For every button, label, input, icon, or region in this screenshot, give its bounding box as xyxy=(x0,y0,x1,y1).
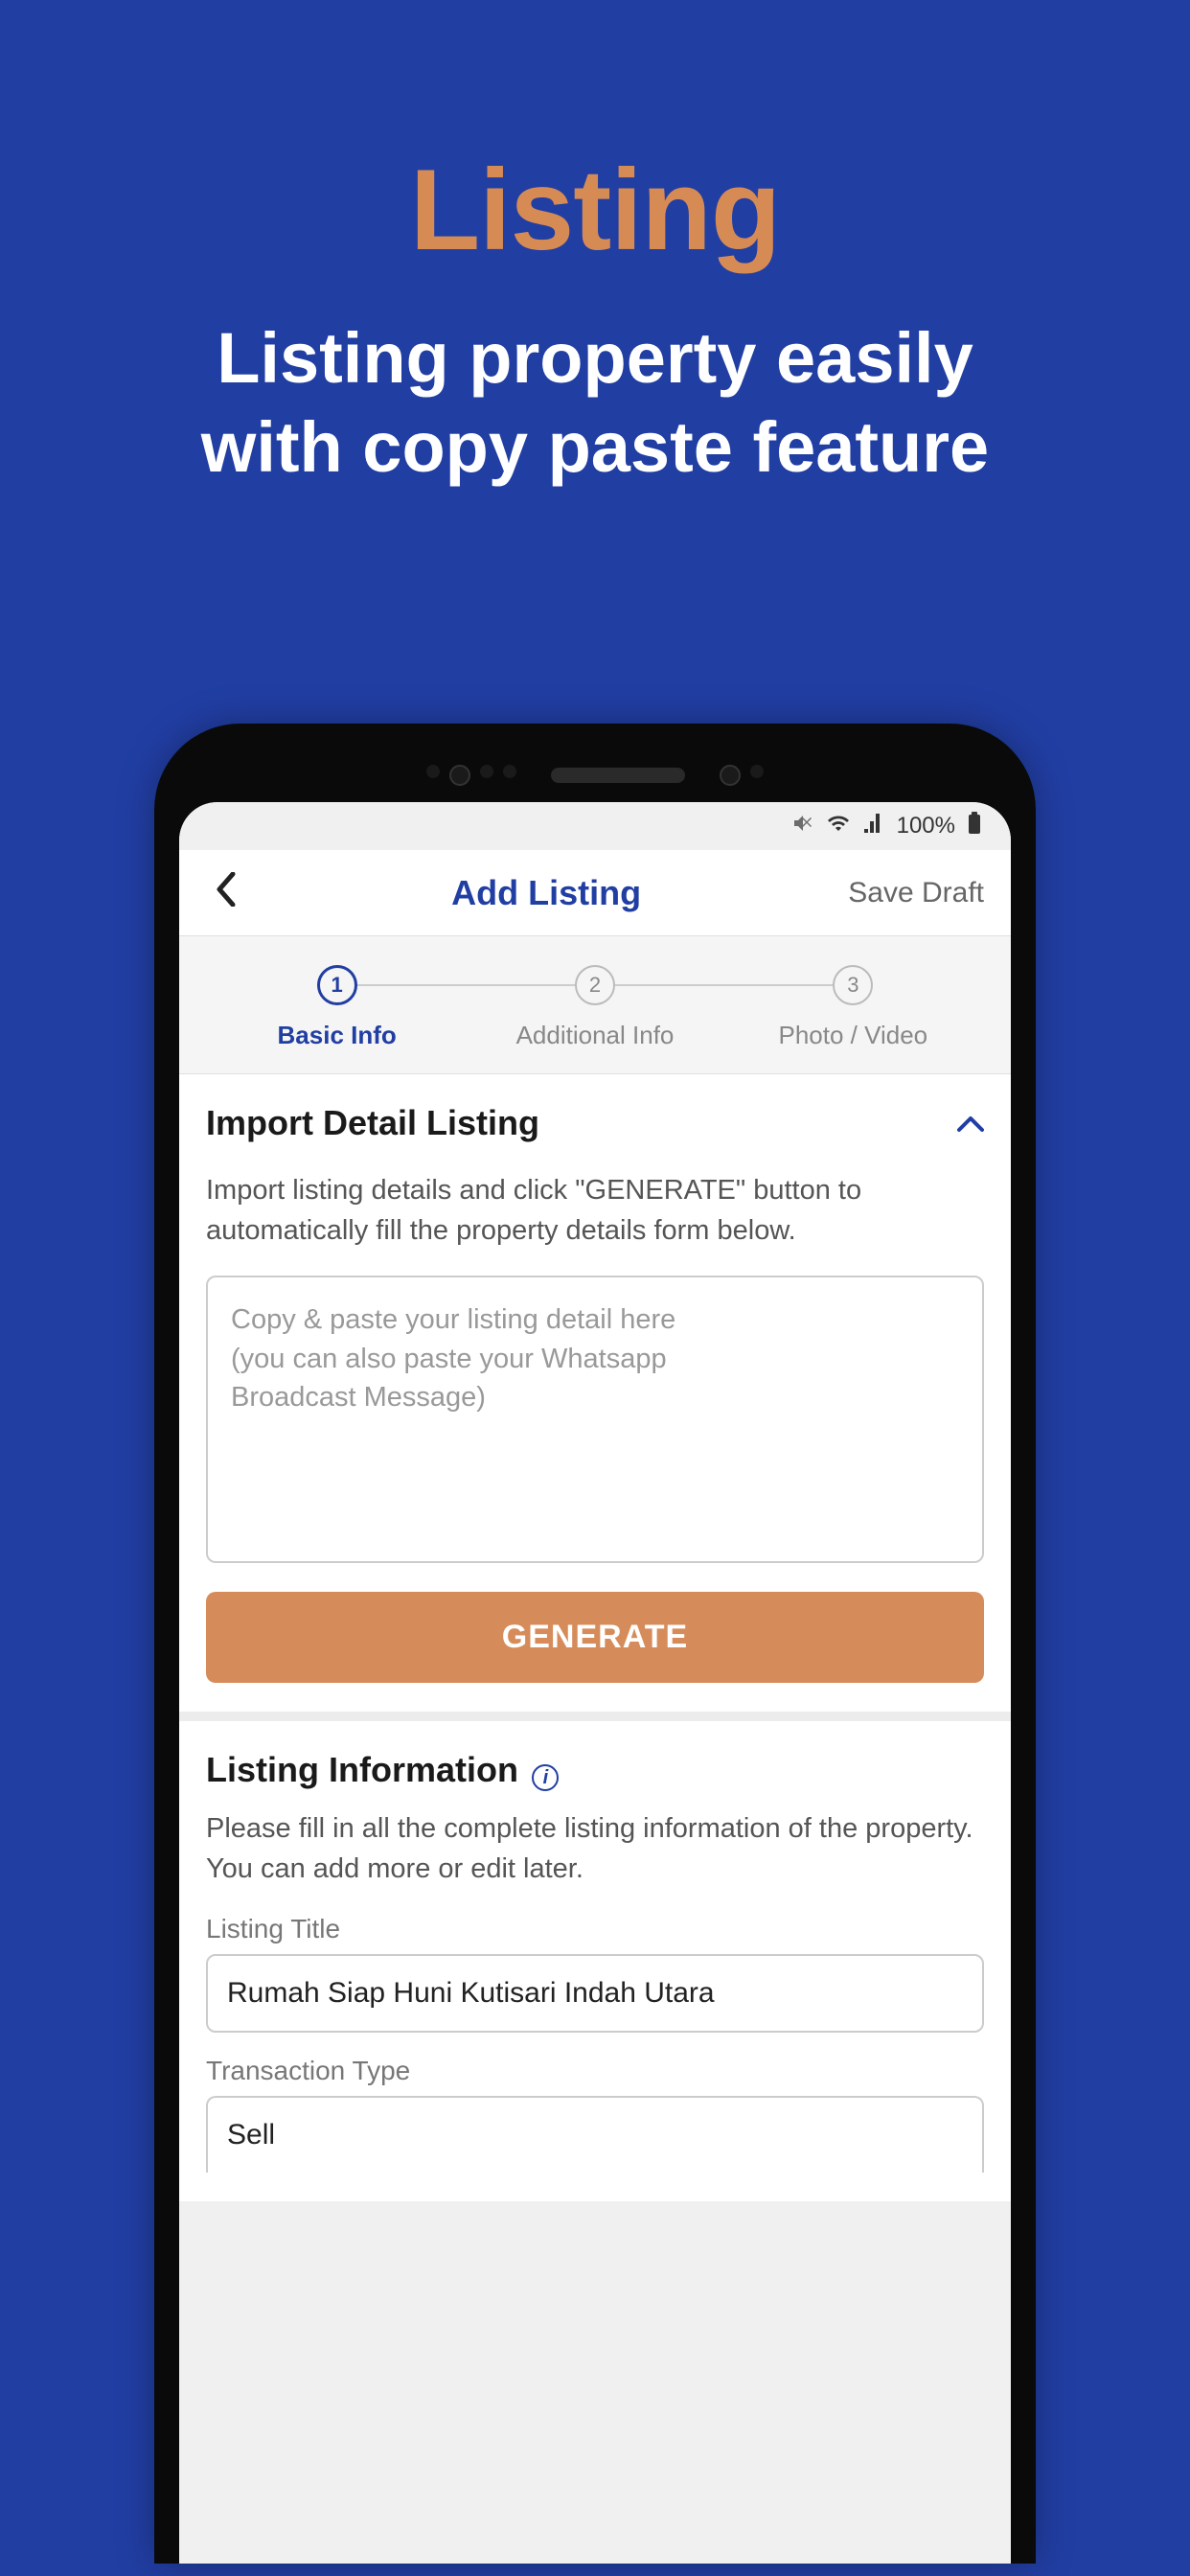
battery-icon xyxy=(967,811,982,842)
step-label: Additional Info xyxy=(516,1021,675,1050)
signal-icon xyxy=(862,812,885,841)
step-basic-info[interactable]: 1 Basic Info xyxy=(208,965,466,1050)
listing-information-card: Listing Information i Please fill in all… xyxy=(179,1721,1011,2201)
stepper: 1 Basic Info 2 Additional Info 3 Photo /… xyxy=(179,936,1011,1074)
phone-top-bezel xyxy=(179,748,1011,802)
step-number: 2 xyxy=(575,965,615,1005)
placeholder-line: (you can also paste your Whatsapp xyxy=(231,1344,667,1374)
step-label: Photo / Video xyxy=(778,1021,927,1050)
page-title: Add Listing xyxy=(248,873,844,913)
generate-button[interactable]: GENERATE xyxy=(206,1592,984,1683)
mute-icon xyxy=(791,812,814,841)
placeholder-line: Broadcast Message) xyxy=(231,1382,486,1413)
listing-info-description: Please fill in all the complete listing … xyxy=(206,1808,984,1889)
content-area: Import Detail Listing Import listing det… xyxy=(179,1074,1011,2201)
step-number: 3 xyxy=(833,965,873,1005)
step-photo-video[interactable]: 3 Photo / Video xyxy=(724,965,982,1050)
promo-subtitle: Listing property easily with copy paste … xyxy=(0,314,1190,492)
back-button[interactable] xyxy=(202,869,248,917)
step-number: 1 xyxy=(317,965,357,1005)
import-card-title: Import Detail Listing xyxy=(206,1103,539,1143)
transaction-type-select[interactable]: Sell xyxy=(206,2096,984,2173)
listing-title-input[interactable]: Rumah Siap Huni Kutisari Indah Utara xyxy=(206,1954,984,2033)
step-label: Basic Info xyxy=(278,1021,397,1050)
import-card-description: Import listing details and click "GENERA… xyxy=(206,1170,984,1251)
placeholder-line: Copy & paste your listing detail here xyxy=(231,1304,675,1335)
listing-title-label: Listing Title xyxy=(206,1914,984,1944)
wifi-icon xyxy=(826,812,851,841)
step-additional-info[interactable]: 2 Additional Info xyxy=(466,965,723,1050)
info-icon[interactable]: i xyxy=(532,1764,559,1791)
phone-screen: 100% Add Listing Save Draft 1 Basic Info xyxy=(179,802,1011,2564)
battery-percent: 100% xyxy=(897,813,955,840)
save-draft-button[interactable]: Save Draft xyxy=(844,877,988,909)
import-listing-card: Import Detail Listing Import listing det… xyxy=(179,1074,1011,1712)
speaker-grille xyxy=(551,768,685,783)
promo-subtitle-line1: Listing property easily xyxy=(217,318,973,398)
collapse-toggle[interactable] xyxy=(957,1106,984,1141)
promo-subtitle-line2: with copy paste feature xyxy=(201,407,989,487)
import-textarea[interactable]: Copy & paste your listing detail here (y… xyxy=(206,1276,984,1563)
promo-title: Listing xyxy=(0,0,1190,276)
phone-mockup: 100% Add Listing Save Draft 1 Basic Info xyxy=(154,724,1036,2564)
transaction-type-label: Transaction Type xyxy=(206,2056,984,2086)
listing-info-title: Listing Information xyxy=(206,1750,518,1789)
status-bar: 100% xyxy=(179,802,1011,850)
app-header: Add Listing Save Draft xyxy=(179,850,1011,936)
